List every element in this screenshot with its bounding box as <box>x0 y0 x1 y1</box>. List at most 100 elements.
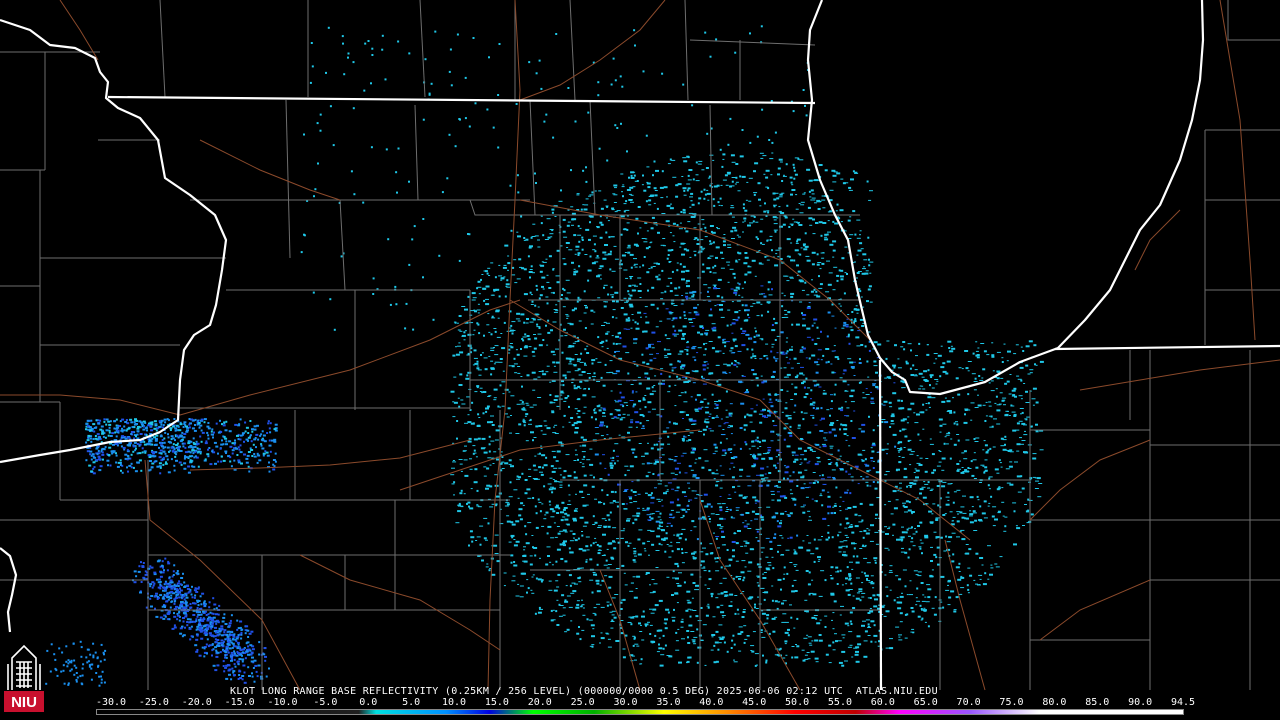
echo-pixel <box>711 347 715 350</box>
echo-pixel <box>556 624 560 626</box>
echo-pixel <box>724 345 727 348</box>
echo-pixel <box>585 306 588 309</box>
echo-pixel <box>839 209 844 212</box>
echo-pixel <box>634 518 638 521</box>
echo-pixel <box>990 495 993 498</box>
echo-pixel <box>718 425 722 427</box>
echo-pixel <box>996 488 1000 491</box>
echo-pixel <box>724 594 729 597</box>
echo-pixel <box>528 420 531 422</box>
echo-pixel <box>982 368 986 371</box>
echo-pixel <box>629 497 632 500</box>
echo-pixel <box>807 387 811 389</box>
echo-pixel <box>800 462 803 464</box>
echo-pixel <box>498 361 503 363</box>
echo-pixel <box>722 577 727 579</box>
echo-pixel <box>508 496 513 498</box>
echo-pixel <box>541 454 546 457</box>
echo-pixel <box>581 451 586 453</box>
echo-pixel <box>747 597 752 600</box>
echo-pixel <box>661 505 664 507</box>
echo-pixel <box>783 573 786 575</box>
echo-pixel <box>747 570 752 572</box>
echo-pixel <box>533 378 538 380</box>
echo-pixel <box>729 508 732 511</box>
echo-pixel <box>716 481 720 482</box>
echo-pixel <box>564 560 568 563</box>
echo-pixel <box>861 519 864 522</box>
echo-pixel <box>788 226 791 228</box>
echo-pixel <box>537 397 542 398</box>
echo-pixel <box>692 382 696 384</box>
echo-pixel <box>710 595 713 598</box>
echo-pixel <box>513 357 516 360</box>
echo-pixel <box>847 358 852 360</box>
echo-pixel <box>488 331 491 333</box>
echo-pixel <box>563 236 568 238</box>
echo-pixel <box>561 351 564 354</box>
echo-pixel <box>469 530 473 533</box>
echo-pixel <box>844 534 848 536</box>
echo-pixel <box>685 372 690 375</box>
echo-pixel <box>950 483 953 484</box>
echo-pixel <box>835 462 838 464</box>
echo-pixel <box>889 589 892 591</box>
echo-pixel <box>564 376 567 379</box>
echo-pixel <box>501 461 505 463</box>
echo-pixel <box>778 601 781 603</box>
echo-pixel <box>591 591 594 594</box>
echo-pixel <box>623 328 627 330</box>
echo-pixel <box>725 409 728 411</box>
echo-pixel <box>740 545 744 547</box>
echo-pixel <box>458 118 461 120</box>
echo-pixel <box>742 496 747 499</box>
echo-pixel <box>669 363 673 366</box>
echo-pixel <box>796 534 799 537</box>
echo-pixel <box>645 321 650 324</box>
echo-pixel <box>839 541 844 543</box>
echo-pixel <box>745 501 749 504</box>
echo-pixel <box>901 428 905 431</box>
echo-pixel <box>549 561 552 563</box>
echo-pixel <box>886 453 888 455</box>
echo-pixel <box>456 437 458 440</box>
echo-pixel <box>754 653 759 655</box>
echo-pixel <box>711 323 716 325</box>
echo-pixel <box>726 506 728 508</box>
echo-pixel <box>631 582 634 584</box>
echo-pixel <box>545 296 549 298</box>
echo-pixel <box>840 278 844 281</box>
echo-pixel <box>933 469 936 472</box>
echo-pixel <box>681 278 685 281</box>
echo-pixel <box>792 110 795 113</box>
echo-pixel <box>733 456 738 459</box>
map-background <box>0 0 1280 720</box>
echo-pixel <box>545 456 548 459</box>
echo-pixel <box>815 408 818 410</box>
echo-pixel <box>1032 457 1037 460</box>
echo-pixel <box>763 572 767 573</box>
echo-pixel <box>461 306 466 307</box>
echo-pixel <box>621 85 624 88</box>
echo-pixel <box>562 258 566 260</box>
echo-pixel <box>766 357 769 360</box>
echo-pixel <box>695 313 700 316</box>
echo-pixel <box>713 185 718 188</box>
echo-pixel <box>636 507 640 509</box>
echo-pixel <box>885 533 889 535</box>
echo-pixel <box>1012 502 1017 504</box>
echo-pixel <box>691 104 694 107</box>
echo-pixel <box>924 534 929 537</box>
echo-pixel <box>775 485 778 486</box>
echo-pixel <box>595 358 598 360</box>
echo-pixel <box>556 548 561 551</box>
echo-pixel <box>658 643 660 646</box>
echo-pixel <box>555 33 558 35</box>
echo-pixel <box>603 425 606 427</box>
echo-pixel <box>732 517 736 519</box>
echo-pixel <box>540 448 543 450</box>
echo-pixel <box>769 235 773 237</box>
echo-pixel <box>687 435 690 436</box>
echo-pixel <box>776 433 780 435</box>
echo-pixel <box>593 311 596 313</box>
